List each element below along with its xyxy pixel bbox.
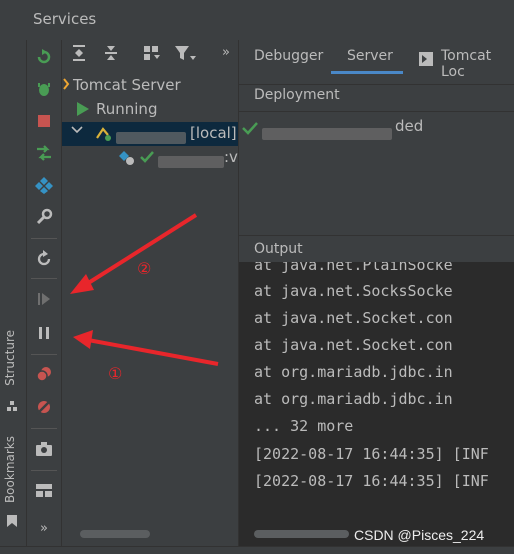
redacted-instance-name — [116, 128, 186, 146]
view-breakpoints-icon[interactable] — [31, 361, 57, 387]
tree-toolbar: » — [62, 40, 238, 70]
console-line: ... 32 more — [254, 417, 354, 435]
services-tree-panel: » Tomcat Server Running [local]:v — [62, 40, 239, 553]
output-header-label: Output — [254, 241, 303, 257]
pause-icon[interactable] — [31, 320, 57, 346]
action-separator — [31, 354, 57, 355]
bookmarks-tab[interactable]: Bookmarks — [3, 436, 17, 503]
console-line: at org.mariadb.jdbc.in — [254, 390, 453, 408]
console-line: at org.mariadb.jdbc.in — [254, 363, 453, 381]
console-line: at java.net.Socket.con — [254, 309, 453, 327]
artifact-icon[interactable] — [31, 172, 57, 198]
tab-tomcat-localhost-log[interactable]: Tomcat Loc — [441, 48, 514, 80]
mute-breakpoints-icon[interactable] — [31, 394, 57, 420]
debug-icon[interactable] — [31, 76, 57, 102]
tomcat-debug-icon — [94, 126, 112, 146]
structure-tab[interactable]: Structure — [3, 330, 17, 386]
redacted-artifact-name — [158, 152, 224, 170]
annotation-label-2: ② — [137, 259, 152, 278]
tree-artifact-suffix: :v — [224, 148, 238, 166]
checkmark-icon — [140, 150, 154, 168]
structure-icon — [7, 397, 18, 411]
bookmark-icon — [7, 512, 18, 527]
active-tab-indicator — [331, 71, 403, 74]
output-console[interactable]: at java.net.PlainSocke at java.net.Socks… — [239, 262, 514, 553]
output-header: Output — [239, 235, 514, 262]
action-separator — [31, 278, 57, 279]
action-separator — [31, 428, 57, 429]
deployment-header-label: Deployment — [254, 87, 340, 103]
tab-server[interactable]: Server — [347, 48, 393, 64]
tree-toolbar-more[interactable]: » — [222, 45, 230, 60]
tool-window-strip: Structure Bookmarks — [0, 40, 27, 553]
console-line: at java.net.SocksSocke — [254, 282, 453, 300]
artifact-gear-icon — [118, 150, 136, 170]
refresh-icon[interactable] — [31, 246, 57, 272]
tab-debugger[interactable]: Debugger — [254, 48, 323, 64]
redacted-deployment-name — [262, 123, 392, 142]
tree-item-tomcat-server[interactable]: Tomcat Server — [62, 74, 238, 98]
chevron-down-icon — [71, 123, 83, 141]
wrench-icon[interactable] — [31, 204, 57, 230]
rerun-icon[interactable] — [31, 44, 57, 70]
layout-icon[interactable] — [31, 477, 57, 503]
filter-icon[interactable] — [174, 44, 196, 66]
tree-server-label: Tomcat Server — [73, 76, 181, 94]
tree-horizontal-scrollbar[interactable] — [80, 530, 150, 538]
deployment-status-suffix: ded — [395, 117, 424, 135]
deployment-row[interactable]: ded — [242, 117, 512, 141]
checkmark-icon — [242, 120, 258, 139]
tree-item-local-instance[interactable]: [local] — [62, 122, 238, 146]
play-icon — [76, 101, 90, 121]
tree-status-label: Running — [96, 100, 158, 118]
action-separator — [31, 470, 57, 471]
tree-instance-suffix: [local] — [190, 124, 237, 142]
more-actions-button[interactable]: » — [31, 515, 57, 541]
console-line: at java.net.PlainSocke — [254, 262, 453, 274]
annotation-label-1: ① — [108, 364, 123, 383]
tree-item-artifact[interactable]: :v — [62, 146, 238, 170]
stop-icon[interactable] — [31, 108, 57, 134]
console-horizontal-scrollbar[interactable] — [254, 530, 349, 538]
action-separator — [31, 238, 57, 239]
expand-all-icon[interactable] — [70, 44, 88, 66]
camera-icon[interactable] — [31, 436, 57, 462]
window-title: Services — [33, 10, 97, 28]
group-by-icon[interactable] — [142, 44, 162, 66]
console-line: at java.net.Socket.con — [254, 336, 453, 354]
console-line: [2022-08-17 16:44:35] [INF — [254, 472, 489, 490]
resume-icon[interactable] — [31, 286, 57, 312]
service-details-panel: Debugger Server Tomcat Loc Deployment de… — [239, 40, 514, 553]
tree-item-running[interactable]: Running — [62, 98, 238, 122]
console-line: [2022-08-17 16:44:35] [INF — [254, 445, 489, 463]
deploy-icon[interactable] — [31, 140, 57, 166]
csdn-watermark: CSDN @Pisces_224 — [354, 527, 485, 543]
deployment-header: Deployment — [239, 84, 514, 112]
console-tab-icon — [419, 51, 433, 70]
services-action-bar: » — [27, 40, 62, 553]
collapse-all-icon[interactable] — [102, 44, 120, 66]
tomcat-icon — [62, 77, 70, 95]
